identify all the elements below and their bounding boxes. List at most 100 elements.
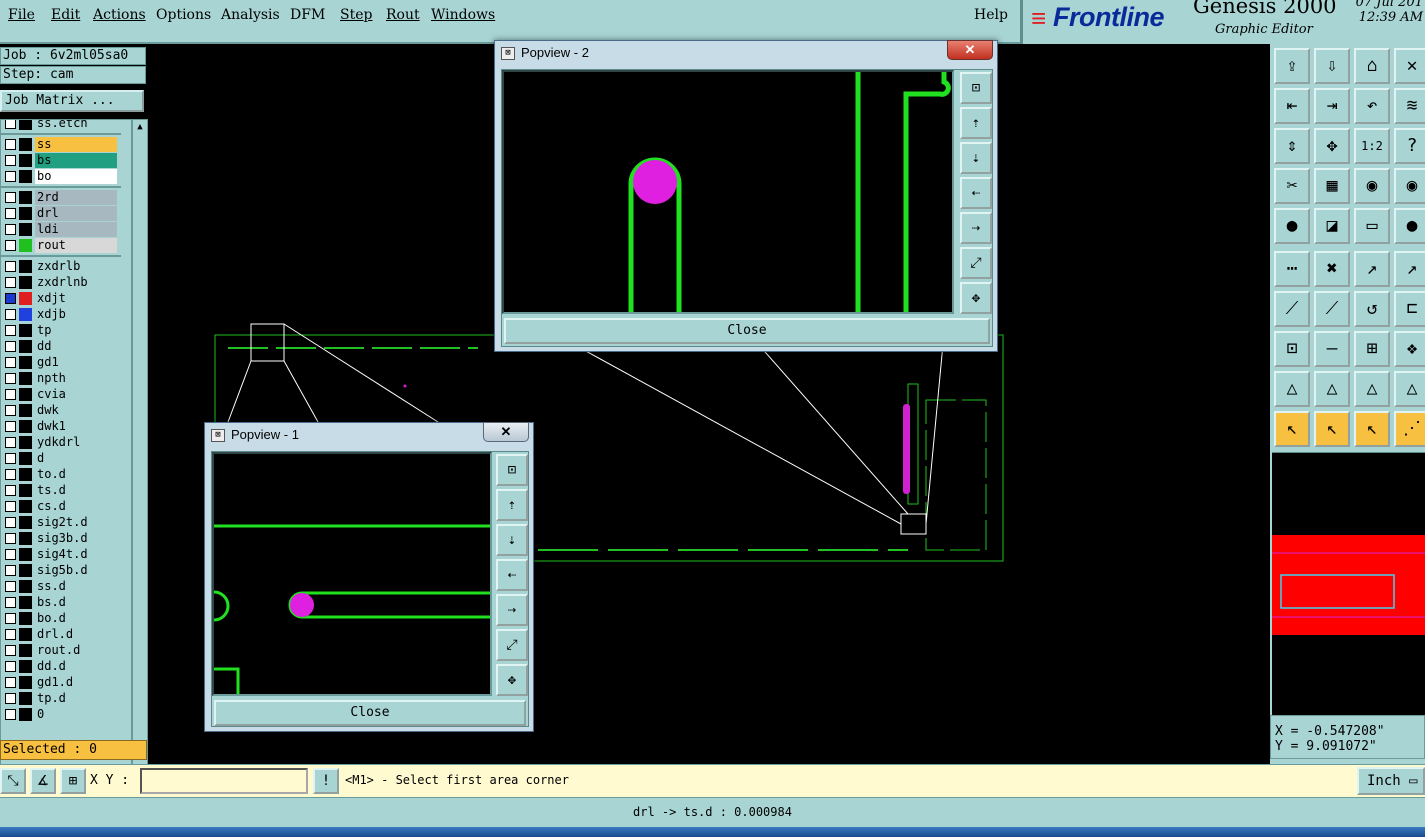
popview-2-close-icon[interactable]: ✕: [947, 40, 993, 60]
layer-checkbox[interactable]: [5, 549, 16, 560]
layer-name[interactable]: ts.d: [35, 483, 117, 498]
layer-row[interactable]: bo.d: [1, 611, 121, 626]
layer-checkbox[interactable]: [5, 629, 16, 640]
layer-color-swatch[interactable]: [19, 452, 32, 465]
layer-checkbox[interactable]: [5, 517, 16, 528]
layer-color-swatch[interactable]: [19, 260, 32, 273]
layer-color-swatch[interactable]: [19, 644, 32, 657]
scroll-up-icon[interactable]: ▲: [135, 122, 145, 132]
layer-row[interactable]: dwk: [1, 403, 121, 418]
layer-name[interactable]: sig4t.d: [35, 547, 117, 562]
layer-color-swatch[interactable]: [19, 564, 32, 577]
layer-color-swatch[interactable]: [19, 340, 32, 353]
layer-checkbox[interactable]: [5, 139, 16, 150]
zoom-in-icon[interactable]: ✥: [960, 282, 992, 314]
layer-checkbox[interactable]: [5, 437, 16, 448]
tool-button-icon[interactable]: ✥: [1314, 128, 1350, 164]
zoom-in-icon[interactable]: ✥: [496, 664, 528, 696]
layer-color-swatch[interactable]: [19, 500, 32, 513]
layer-checkbox[interactable]: [5, 171, 16, 182]
layer-color-swatch[interactable]: [19, 692, 32, 705]
layer-color-swatch[interactable]: [19, 612, 32, 625]
tool-button-icon[interactable]: ⊏: [1394, 291, 1425, 327]
layer-name[interactable]: gd1.d: [35, 675, 117, 690]
layer-color-swatch[interactable]: [19, 308, 32, 321]
tool-button-icon[interactable]: ●: [1274, 208, 1310, 244]
layer-row[interactable]: drl.d: [1, 627, 121, 642]
tool-button-icon[interactable]: ◉: [1354, 168, 1390, 204]
layer-checkbox[interactable]: [5, 192, 16, 203]
layer-name[interactable]: dd: [35, 339, 117, 354]
tool-button-icon[interactable]: —: [1314, 331, 1350, 367]
layer-color-swatch[interactable]: [19, 580, 32, 593]
layer-name[interactable]: xdjb: [35, 307, 117, 322]
layer-color-swatch[interactable]: [19, 324, 32, 337]
tool-button-icon[interactable]: ↗: [1354, 251, 1390, 287]
layer-checkbox[interactable]: [5, 325, 16, 336]
layer-color-swatch[interactable]: [19, 532, 32, 545]
layer-checkbox[interactable]: [5, 389, 16, 400]
layer-color-swatch[interactable]: [19, 404, 32, 417]
popview-1-close-icon[interactable]: ✕: [483, 422, 529, 442]
layer-row[interactable]: ts.d: [1, 483, 121, 498]
layer-checkbox[interactable]: [5, 208, 16, 219]
tool-button-icon[interactable]: ⟋: [1314, 291, 1350, 327]
pan-down-icon[interactable]: ⇣: [496, 524, 528, 556]
popview-2-close-button[interactable]: Close: [504, 318, 990, 344]
layer-checkbox[interactable]: [5, 533, 16, 544]
layer-row[interactable]: gd1: [1, 355, 121, 370]
popview-1-viewport[interactable]: [212, 452, 492, 696]
tool-button-icon[interactable]: ●: [1394, 208, 1425, 244]
tool-button-icon[interactable]: ◪: [1314, 208, 1350, 244]
menu-rout[interactable]: Rout: [386, 7, 420, 23]
layer-name[interactable]: drl.d: [35, 627, 117, 642]
layer-color-swatch[interactable]: [19, 276, 32, 289]
layer-name[interactable]: 0: [35, 707, 117, 722]
tool-button-icon[interactable]: ⇩: [1314, 48, 1350, 84]
units-selector[interactable]: Inch ▭: [1357, 767, 1425, 795]
layer-row[interactable]: tp.d: [1, 691, 121, 706]
tool-button-icon[interactable]: ⟋: [1274, 291, 1310, 327]
layer-name[interactable]: bo.d: [35, 611, 117, 626]
layer-checkbox[interactable]: [5, 485, 16, 496]
layer-row[interactable]: gd1.d: [1, 675, 121, 690]
tool-button-icon[interactable]: ✂: [1274, 168, 1310, 204]
popview-2-window[interactable]: ⊠ Popview - 2 ✕ ⊡ ⇡ ⇣ ⇠ ⇢ ⤢ ✥ Close: [494, 40, 998, 352]
tool-button-icon[interactable]: ↶: [1354, 88, 1390, 124]
layer-row[interactable]: bs: [1, 153, 121, 168]
menu-actions[interactable]: Actions: [93, 7, 146, 23]
layer-name[interactable]: tp: [35, 323, 117, 338]
layer-row[interactable]: ss.d: [1, 579, 121, 594]
tool-button-icon[interactable]: ↗: [1394, 251, 1425, 287]
layer-row[interactable]: zxdrlnb: [1, 275, 121, 290]
layer-name[interactable]: to.d: [35, 467, 117, 482]
tool-button-icon[interactable]: ▭: [1354, 208, 1390, 244]
layer-color-swatch[interactable]: [19, 516, 32, 529]
layer-row[interactable]: ss: [1, 137, 121, 152]
layer-checkbox[interactable]: [5, 155, 16, 166]
layer-checkbox[interactable]: [5, 709, 16, 720]
layer-color-swatch[interactable]: [19, 239, 32, 252]
menu-help[interactable]: Help: [974, 7, 1008, 23]
layer-name[interactable]: cs.d: [35, 499, 117, 514]
layer-checkbox[interactable]: [5, 581, 16, 592]
layer-row[interactable]: bo: [1, 169, 121, 184]
tool-button-icon[interactable]: ⋯: [1274, 251, 1310, 287]
layer-checkbox[interactable]: [5, 677, 16, 688]
tool-button-icon[interactable]: △: [1394, 371, 1425, 407]
tool-button-icon[interactable]: ⌂: [1354, 48, 1390, 84]
layer-row[interactable]: dd: [1, 339, 121, 354]
layer-color-swatch[interactable]: [19, 484, 32, 497]
layer-color-swatch[interactable]: [19, 596, 32, 609]
layer-row[interactable]: tp: [1, 323, 121, 338]
layer-row[interactable]: to.d: [1, 467, 121, 482]
layer-color-swatch[interactable]: [19, 191, 32, 204]
layer-color-swatch[interactable]: [19, 372, 32, 385]
layer-checkbox[interactable]: [5, 693, 16, 704]
layer-checkbox[interactable]: [5, 421, 16, 432]
layer-row[interactable]: bs.d: [1, 595, 121, 610]
layer-name[interactable]: d: [35, 451, 117, 466]
tool-button-icon[interactable]: ↺: [1354, 291, 1390, 327]
xy-input[interactable]: [140, 768, 308, 794]
tool-button-icon[interactable]: ⊡: [1274, 331, 1310, 367]
